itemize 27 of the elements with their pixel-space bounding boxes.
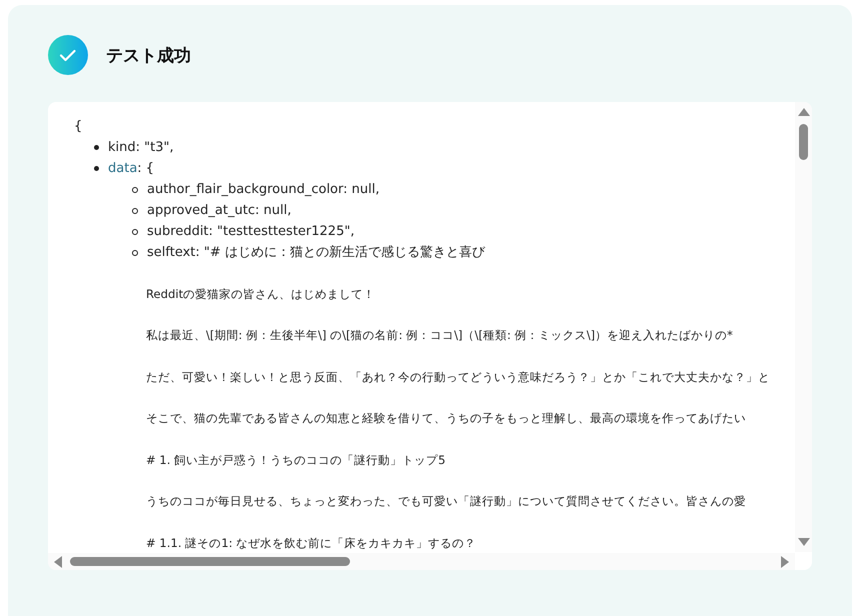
scroll-left-icon[interactable] [54, 556, 62, 568]
json-text: kind: "t3", [108, 139, 174, 157]
bullet-icon [94, 145, 99, 150]
scrollbar-thumb[interactable] [799, 124, 808, 160]
json-text: { [74, 118, 84, 136]
scroll-down-icon[interactable] [798, 538, 810, 546]
json-text: 私は最近、\[期間: 例：生後半年\] の\[猫の名前: 例：ココ\]（\[種類: 例：ミックス\]）を迎え入れたばかりの* [146, 327, 733, 344]
bullet-icon [132, 250, 138, 256]
json-text: author_flair_background_color: null, [147, 181, 380, 199]
json-text: data: { [108, 160, 154, 178]
json-text: approved_at_utc: null, [147, 202, 292, 220]
json-text: selftext: "# はじめに：猫との新生活で感じる驚きと喜び [147, 244, 485, 262]
scrollbar-thumb[interactable] [70, 557, 350, 566]
json-text: そこで、猫の先輩である皆さんの知恵と経験を借りて、うちの子をもっと理解し、最高の環境を作ってあげたい [146, 410, 746, 427]
bullet-icon [94, 166, 99, 171]
json-text: Redditの愛猫家の皆さん、はじめまして！ [146, 286, 376, 302]
json-text: # 1.1. 謎その1: なぜ水を飲む前に「床をカキカキ」するの？ [146, 534, 476, 552]
scroll-up-icon[interactable] [798, 108, 810, 116]
json-text: ただ、可愛い！楽しい！と思う反面、「あれ？今の行動ってどういう意味だろう？」とか「これで大丈夫かな？」と [146, 368, 770, 386]
scroll-right-icon[interactable] [781, 556, 789, 568]
json-text: うちのココが毎日見せる、ちょっと変わった、でも可愛い「謎行動」について質問させてください。皆さんの愛 [146, 493, 746, 510]
json-text: # 1. 飼い主が戸惑う！うちのココの「謎行動」トップ5 [146, 452, 446, 468]
bullet-icon [132, 186, 138, 192]
json-text: subreddit: "testtesttester1225", [147, 223, 354, 241]
result-title: テスト成功 [106, 44, 191, 66]
bullet-icon [132, 208, 138, 214]
bullet-icon [132, 228, 138, 234]
